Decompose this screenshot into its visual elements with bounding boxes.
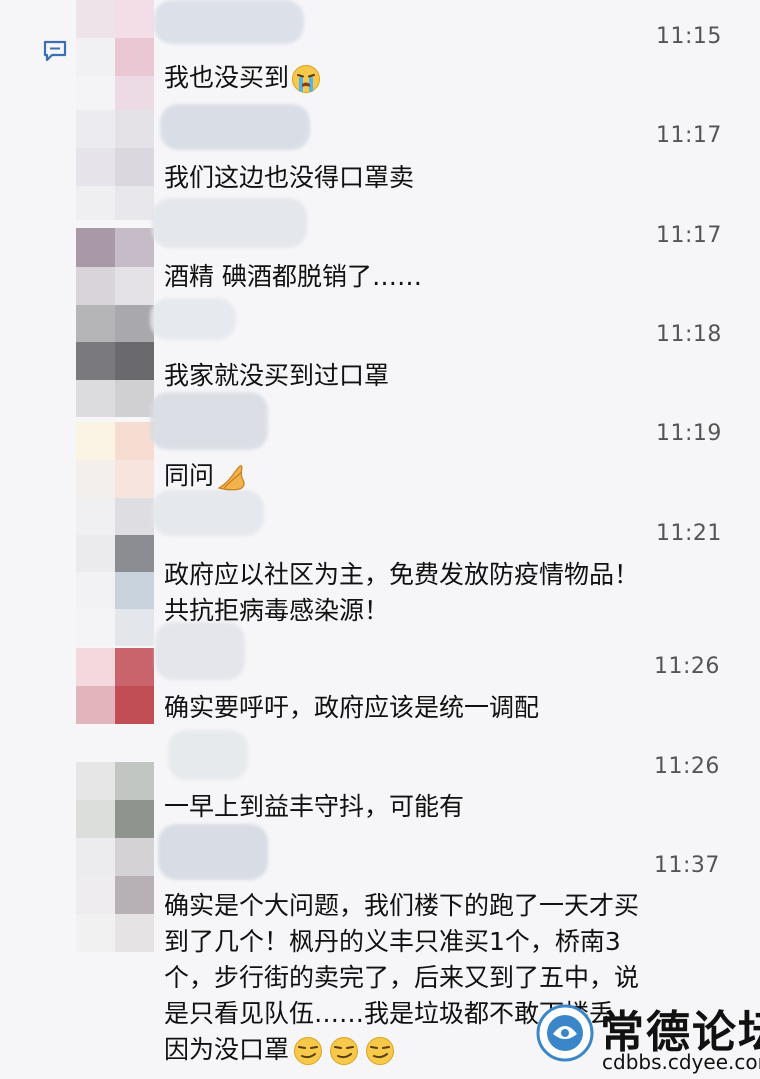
avatar[interactable] bbox=[76, 228, 154, 306]
message-time: 11:26 bbox=[654, 754, 720, 779]
avatar[interactable] bbox=[76, 0, 154, 110]
message-time: 11:37 bbox=[654, 853, 720, 878]
smirking-face-icon bbox=[366, 1037, 395, 1065]
avatar[interactable] bbox=[76, 498, 154, 646]
message-time: 11:26 bbox=[654, 654, 720, 679]
watermark-url: cdbbs.cdyee.com bbox=[602, 1050, 760, 1074]
folded-hands-icon bbox=[217, 465, 245, 491]
message-time: 11:17 bbox=[656, 123, 722, 148]
message-time: 11:18 bbox=[656, 322, 722, 347]
avatar[interactable] bbox=[76, 838, 154, 952]
smirking-face-icon bbox=[294, 1037, 323, 1065]
watermark-logo-icon bbox=[536, 1004, 594, 1062]
message-time: 11:17 bbox=[656, 223, 722, 248]
message-time: 11:19 bbox=[656, 421, 722, 446]
message-text: 我也没买到 bbox=[164, 60, 321, 96]
smirking-face-icon bbox=[330, 1037, 359, 1065]
message-text: 确实要呼吁，政府应该是统一调配 bbox=[164, 693, 540, 722]
message-text: 同问 bbox=[164, 458, 250, 494]
avatar[interactable] bbox=[76, 110, 154, 220]
username-blurred bbox=[155, 622, 245, 680]
username-blurred bbox=[152, 490, 264, 536]
message-text: 政府应以社区为主，免费发放防疫情物品！ 共抗拒病毒感染源！ bbox=[164, 560, 640, 625]
avatar[interactable] bbox=[76, 648, 154, 724]
avatar[interactable] bbox=[76, 305, 154, 417]
username-blurred bbox=[150, 392, 268, 450]
comment-icon[interactable] bbox=[42, 40, 68, 62]
message-time: 11:21 bbox=[656, 521, 722, 546]
message-text: 我们这边也没得口罩卖 bbox=[164, 163, 415, 192]
crying-face-icon bbox=[292, 65, 321, 93]
avatar[interactable] bbox=[76, 762, 154, 838]
message-text: 一早上到益丰守抖，可能有 bbox=[164, 792, 465, 821]
message-text: 酒精 碘酒都脱销了…… bbox=[164, 262, 422, 291]
message-text: 我家就没买到过口罩 bbox=[164, 361, 390, 390]
username-blurred bbox=[152, 198, 307, 248]
message-time: 11:15 bbox=[656, 24, 722, 49]
username-blurred bbox=[150, 298, 236, 340]
username-blurred bbox=[158, 824, 268, 880]
username-blurred bbox=[154, 0, 304, 44]
username-blurred bbox=[160, 104, 310, 150]
username-blurred bbox=[168, 730, 248, 780]
avatar[interactable] bbox=[76, 422, 154, 498]
